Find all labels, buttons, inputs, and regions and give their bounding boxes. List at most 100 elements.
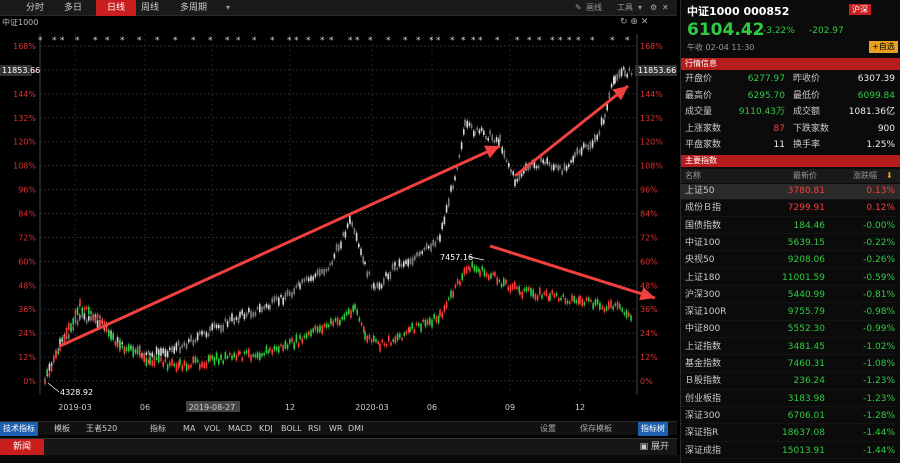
index-row[interactable]: 深证指R 18637.08 -1.44% [681,426,900,442]
chevron-down-icon[interactable]: ▾ [638,0,642,16]
chevron-down-icon[interactable]: ▾ [226,0,230,16]
index-row[interactable]: 上证指数 3481.45 -1.02% [681,340,900,356]
quote-label: 最高价 [685,90,713,101]
kline-chart[interactable]: 168%168%156%156%144%144%132%132%120%120%… [0,16,677,418]
tab-news[interactable]: 新闻 [0,439,44,456]
index-price: 15013.91 [782,445,825,456]
index-row[interactable]: Ｂ股指数 236.24 -1.23% [681,374,900,390]
chart-index-label: 中证1000 [2,18,39,27]
zoom-in-icon[interactable]: ⊕ [630,17,638,27]
gray-series-candle [396,267,398,270]
main-series-candle [543,292,545,295]
quote-row: 上涨家数 87 下跌家数 900 [681,121,900,137]
gray-series-candle [355,232,358,241]
close-icon[interactable]: ✕ [662,0,669,16]
index-row[interactable]: 中证100 5639.15 -0.22% [681,236,900,252]
gray-series-candle [327,267,330,271]
tab-daily[interactable]: 日线 [96,0,136,16]
gray-series-candle [175,343,178,351]
index-row[interactable]: 国债指数 184.46 -0.00% [681,219,900,235]
indicator-ma[interactable]: MA [183,422,195,436]
index-name: 成份Ｂ指 [685,203,722,214]
gray-series-candle [419,251,421,256]
main-series-candle [252,354,254,357]
index-row[interactable]: 中证800 5552.30 -0.99% [681,322,900,338]
index-row[interactable]: 深证100R 9755.79 -0.98% [681,305,900,321]
index-price: 184.46 [793,220,826,231]
main-series-candle [81,307,83,315]
tab-multi-period[interactable]: 多周期 [174,0,213,16]
index-row[interactable]: 深证300 6706.01 -1.28% [681,409,900,425]
main-series-candle [254,354,257,358]
tech-indicator-button[interactable]: 技术指标 [0,422,38,436]
main-series-candle [579,295,581,304]
signal-marker: * [287,36,292,46]
draw-line-icon[interactable]: ✎ [575,0,582,16]
index-row[interactable]: 深证成指 15013.91 -1.44% [681,444,900,459]
gray-series-candle [458,154,461,158]
quote-row: 平盘家数 11 换手率 1.25% [681,137,900,153]
indicator-tree-button[interactable]: 指标树 [638,422,668,436]
gray-series-candle [485,136,487,140]
indicator-template[interactable]: 模板 [54,422,70,436]
close-icon[interactable]: ✕ [641,17,649,27]
main-series-candle [305,333,308,339]
index-row[interactable]: 成份Ｂ指 7299.91 0.12% [681,201,900,217]
main-series-candle [511,284,514,290]
main-series-candle [303,335,306,338]
indicator-settings-button[interactable]: 设置 [540,422,556,436]
gray-series-candle [394,262,396,266]
gray-series-candle [295,284,298,288]
indicator-boll[interactable]: BOLL [281,422,302,436]
main-series-candle [61,337,63,340]
tab-weekly[interactable]: 周线 [135,0,165,16]
gray-series-candle [301,279,303,284]
add-watchlist-button[interactable]: +自选 [869,41,898,53]
main-series-candle [72,318,74,325]
gray-series-candle [224,318,227,322]
sort-down-icon[interactable]: ⬇ [886,169,893,183]
gray-series-candle [450,185,452,192]
indicator-rsi[interactable]: RSI [308,422,321,436]
index-row[interactable]: 上证180 11001.59 -0.59% [681,271,900,286]
index-row[interactable]: 上证50 3780.81 0.13% [681,184,900,200]
chart-canvas[interactable]: 168%168%156%156%144%144%132%132%120%120%… [0,16,677,418]
settings-icon[interactable]: ⚙ [650,0,657,16]
gray-series-candle [85,319,88,324]
tools-button[interactable]: 工具 [617,0,633,16]
save-template-button[interactable]: 保存模板 [580,422,612,436]
expand-button[interactable]: ▣ 展开 [640,439,669,456]
indicator-wangzhe[interactable]: 王者520 [86,422,117,436]
tab-intraday[interactable]: 分时 [20,0,50,16]
col-name[interactable]: 名称 [685,169,701,183]
index-row[interactable]: 沪深300 5440.99 -0.81% [681,288,900,304]
gray-series-candle [243,313,246,320]
indicator-dmi[interactable]: DMI [348,422,363,436]
indicator-zhibiao[interactable]: 指标 [150,422,166,436]
gray-series-candle [520,173,523,177]
main-series-candle [325,323,328,328]
refresh-icon[interactable]: ↻ [620,17,628,27]
indicator-kdj[interactable]: KDJ [259,422,273,436]
indicator-macd[interactable]: MACD [228,422,252,436]
signal-marker: * [225,36,230,46]
main-series-candle [625,310,628,318]
signal-marker: * [252,36,257,46]
index-price: 3183.98 [787,393,825,404]
draw-line-button[interactable]: 画线 [586,0,602,16]
col-price[interactable]: 最新价 [793,169,817,183]
tab-multi-day[interactable]: 多日 [58,0,88,16]
indicator-vol[interactable]: VOL [204,422,220,436]
main-series-candle [612,306,614,310]
gray-series-candle [508,163,510,168]
indicator-wr[interactable]: WR [329,422,342,436]
gray-series-candle [516,178,518,182]
index-row[interactable]: 创业板指 3183.98 -1.23% [681,392,900,408]
index-row[interactable]: 央视50 9208.06 -0.26% [681,253,900,269]
index-row[interactable]: 基金指数 7460.31 -1.08% [681,357,900,373]
gray-series-candle [185,343,188,349]
gray-series-candle [572,156,574,163]
y-tick-right: 24% [640,329,658,338]
index-name: 深证成指 [685,445,722,456]
col-change[interactable]: 涨跌幅 [853,169,877,183]
